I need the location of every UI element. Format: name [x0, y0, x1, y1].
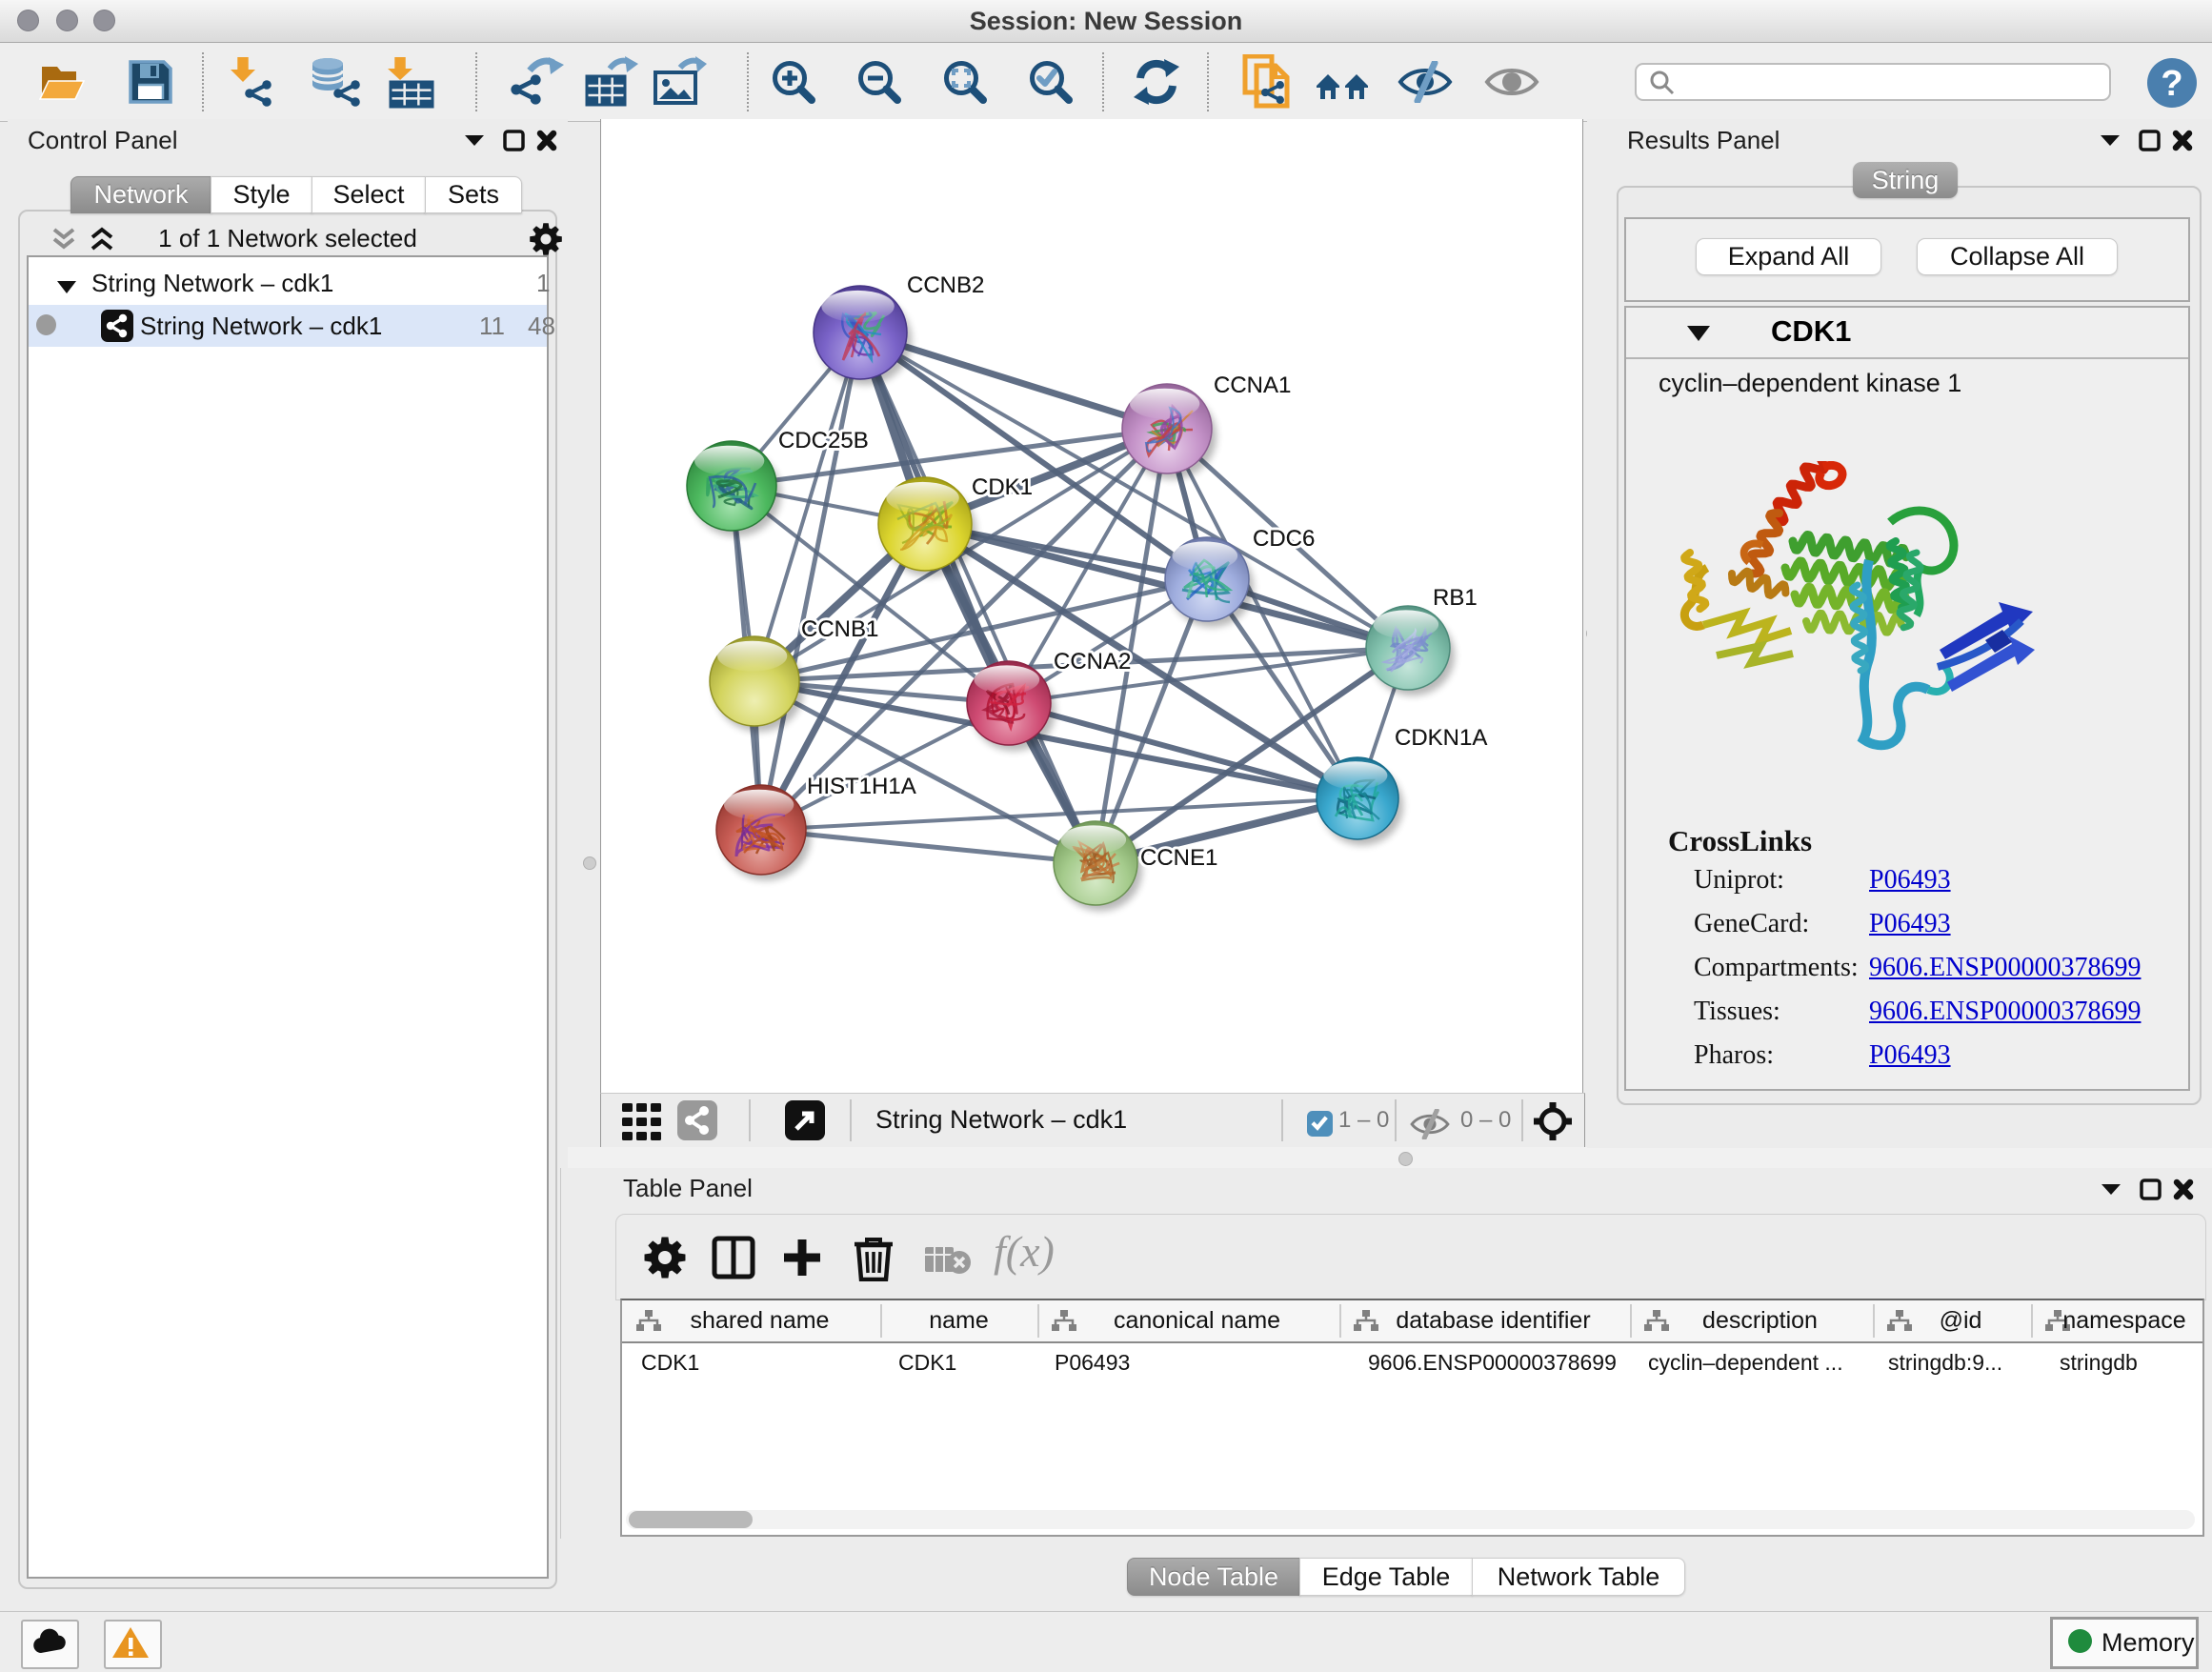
svg-text:CCNA2: CCNA2: [1054, 649, 1131, 675]
svg-text:HIST1H1A: HIST1H1A: [807, 774, 916, 799]
svg-text:CCNA1: CCNA1: [1214, 373, 1291, 398]
svg-text:CCNE1: CCNE1: [1140, 845, 1217, 871]
svg-text:CCNB1: CCNB1: [801, 616, 878, 642]
svg-text:?: ?: [2161, 64, 2182, 104]
svg-text:CDK1: CDK1: [972, 474, 1033, 500]
svg-text:CDC25B: CDC25B: [778, 428, 869, 453]
svg-text:CDC6: CDC6: [1253, 526, 1315, 552]
svg-text:RB1: RB1: [1433, 585, 1478, 611]
svg-text:CCNB2: CCNB2: [907, 272, 984, 298]
svg-text:CDKN1A: CDKN1A: [1395, 725, 1487, 751]
